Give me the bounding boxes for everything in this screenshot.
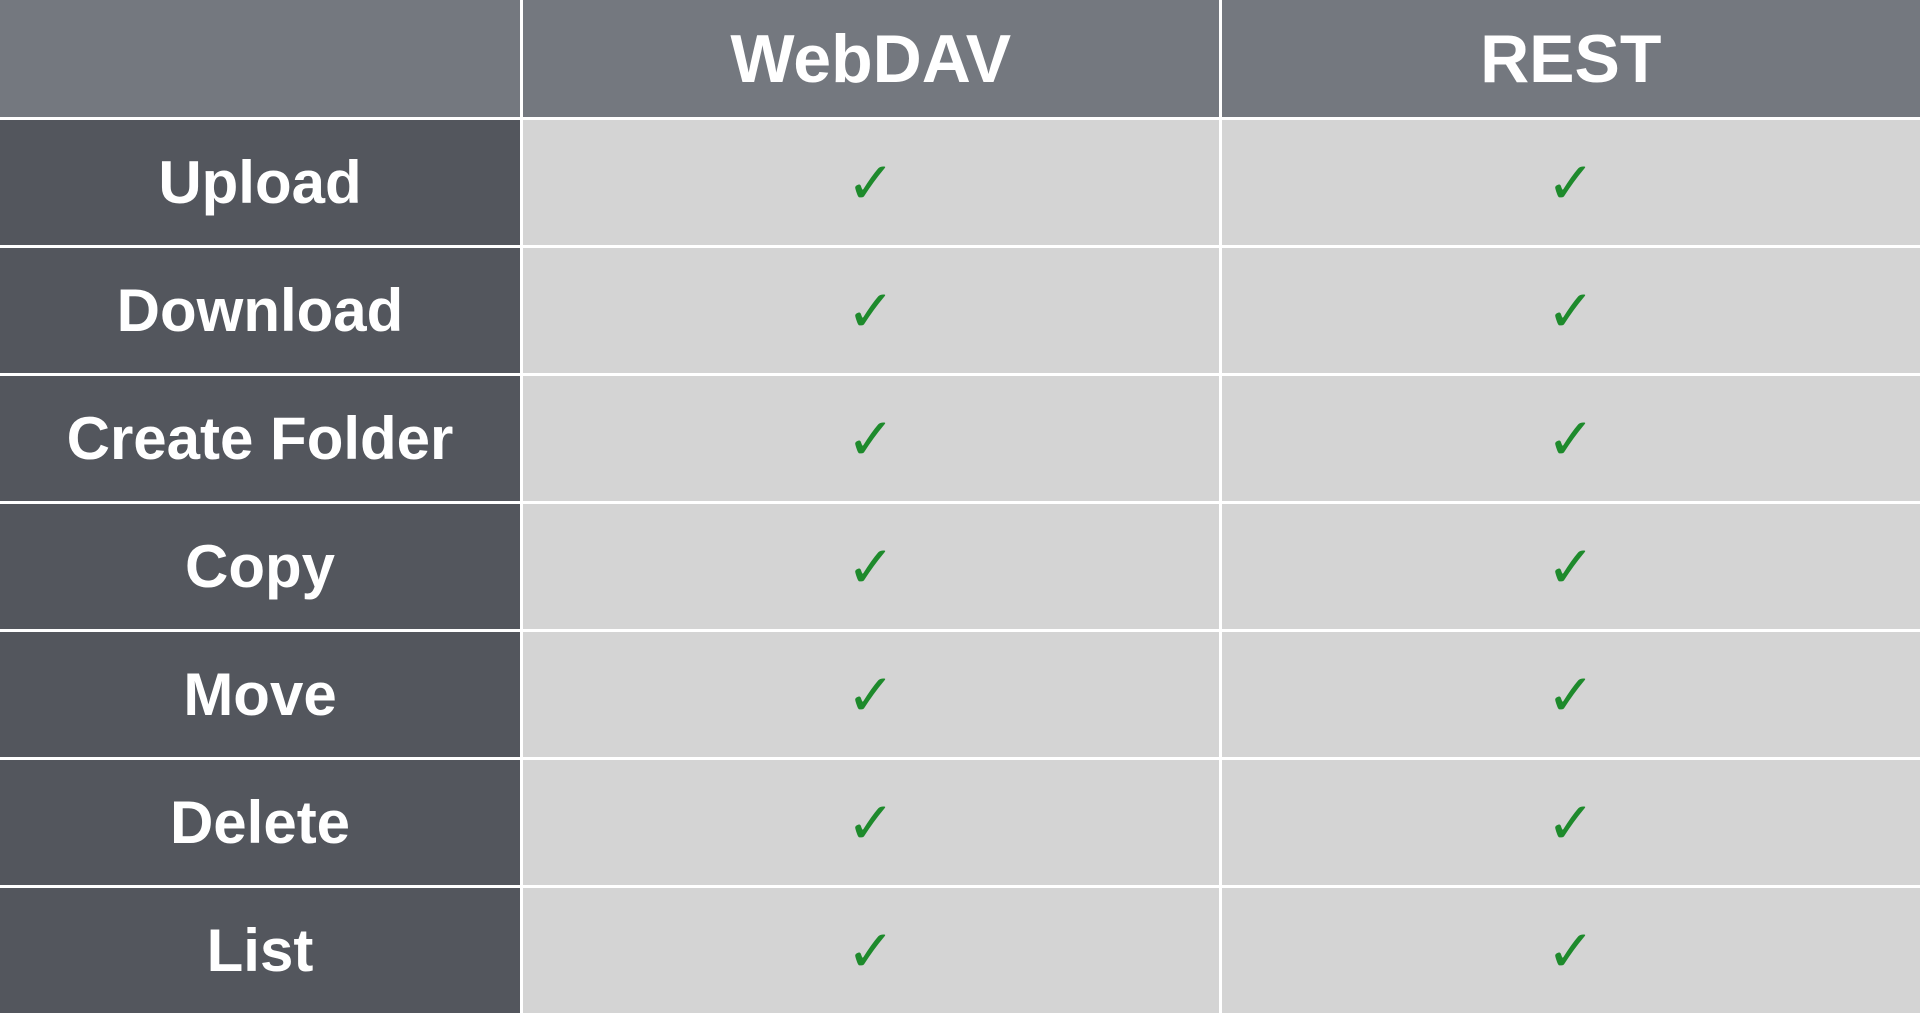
row-label: Upload bbox=[0, 120, 523, 248]
check-icon: ✓ bbox=[846, 149, 895, 217]
check-icon: ✓ bbox=[846, 277, 895, 345]
cell-value: ✓ bbox=[1222, 120, 1920, 248]
check-icon: ✓ bbox=[846, 533, 895, 601]
cell-value: ✓ bbox=[523, 376, 1222, 504]
cell-value: ✓ bbox=[523, 888, 1222, 1016]
check-icon: ✓ bbox=[846, 661, 895, 729]
cell-value: ✓ bbox=[1222, 376, 1920, 504]
check-icon: ✓ bbox=[1546, 533, 1595, 601]
row-label: Move bbox=[0, 632, 523, 760]
cell-value: ✓ bbox=[1222, 504, 1920, 632]
cell-value: ✓ bbox=[523, 504, 1222, 632]
header-blank bbox=[0, 0, 523, 120]
check-icon: ✓ bbox=[846, 917, 895, 985]
check-icon: ✓ bbox=[1546, 661, 1595, 729]
cell-value: ✓ bbox=[1222, 248, 1920, 376]
column-header-rest: REST bbox=[1222, 0, 1920, 120]
cell-value: ✓ bbox=[1222, 760, 1920, 888]
cell-value: ✓ bbox=[523, 120, 1222, 248]
check-icon: ✓ bbox=[1546, 405, 1595, 473]
check-icon: ✓ bbox=[1546, 789, 1595, 857]
check-icon: ✓ bbox=[846, 789, 895, 857]
cell-value: ✓ bbox=[523, 248, 1222, 376]
row-label: Copy bbox=[0, 504, 523, 632]
row-label: Download bbox=[0, 248, 523, 376]
check-icon: ✓ bbox=[1546, 149, 1595, 217]
check-icon: ✓ bbox=[1546, 277, 1595, 345]
cell-value: ✓ bbox=[523, 632, 1222, 760]
comparison-table: WebDAV REST Upload ✓ ✓ Download ✓ ✓ Crea… bbox=[0, 0, 1920, 1016]
row-label: Create Folder bbox=[0, 376, 523, 504]
cell-value: ✓ bbox=[1222, 632, 1920, 760]
row-label: Delete bbox=[0, 760, 523, 888]
check-icon: ✓ bbox=[1546, 917, 1595, 985]
row-label: List bbox=[0, 888, 523, 1016]
check-icon: ✓ bbox=[846, 405, 895, 473]
column-header-webdav: WebDAV bbox=[523, 0, 1222, 120]
cell-value: ✓ bbox=[523, 760, 1222, 888]
cell-value: ✓ bbox=[1222, 888, 1920, 1016]
